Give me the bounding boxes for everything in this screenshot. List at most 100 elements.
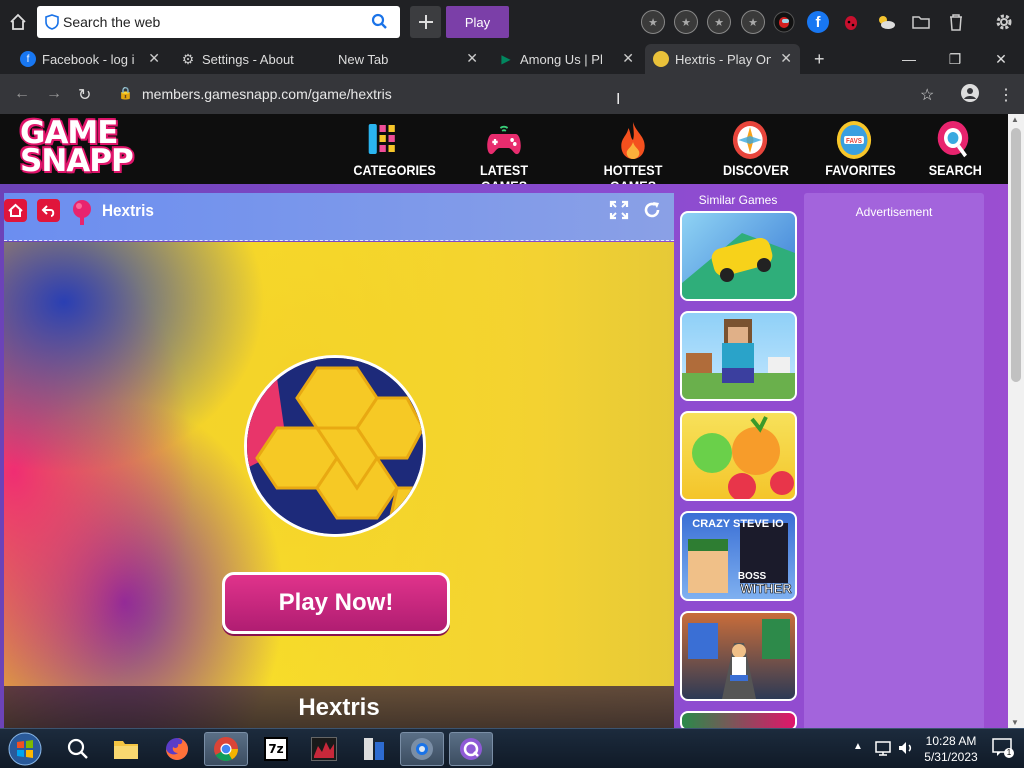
subway-run-game[interactable] — [680, 611, 797, 701]
nav-search[interactable]: SEARCH — [928, 120, 982, 178]
clock-time: 10:28 AM — [925, 734, 977, 748]
reload-icon[interactable]: ↻ — [78, 85, 91, 105]
clock-date: 5/31/2023 — [924, 750, 978, 764]
svg-text:FAVS: FAVS — [846, 138, 862, 145]
play-button[interactable]: Play — [446, 6, 509, 38]
close-window-icon[interactable]: ✕ — [978, 44, 1024, 74]
nav-discover[interactable]: DISCOVER — [723, 120, 789, 178]
network-icon[interactable] — [874, 739, 892, 762]
scroll-up-icon[interactable]: ▲ — [1011, 115, 1019, 124]
folder-icon[interactable] — [909, 10, 933, 34]
gear-icon: ⚙ — [181, 50, 195, 67]
minimize-icon[interactable]: — — [886, 44, 932, 74]
system-clock[interactable]: 10:28 AM 5/31/2023 — [920, 733, 982, 765]
7zip-icon[interactable]: 7z — [254, 732, 298, 766]
webpage: GAME SNAPP CATEGORIES LATEST GAMES HOTTE… — [0, 114, 1008, 728]
new-tab-button[interactable]: + — [814, 44, 834, 74]
restore-icon[interactable]: ❐ — [932, 44, 978, 74]
play-now-button[interactable]: Play Now! — [222, 572, 450, 634]
tab-facebook[interactable]: f Facebook - log in ✕ — [20, 44, 160, 74]
file-explorer-icon[interactable] — [104, 732, 148, 766]
search-icon[interactable] — [56, 732, 100, 766]
tab-among-us[interactable]: ▶ Among Us | Pl ✕ — [498, 44, 634, 74]
crazy-steve-title: CRAZY STEVE IO — [692, 518, 784, 530]
close-icon[interactable]: ✕ — [622, 50, 634, 67]
nav-categories[interactable]: CATEGORIES — [353, 120, 436, 178]
gear-icon[interactable] — [992, 10, 1016, 34]
volume-icon[interactable] — [897, 739, 915, 762]
url-field[interactable]: members.gamesnapp.com/game/hextris — [142, 86, 392, 102]
tray-expand-icon[interactable]: ▲ — [853, 741, 863, 752]
minecraft-game[interactable] — [680, 311, 797, 401]
menu-label: FAVORITES — [825, 162, 896, 178]
search-icon[interactable] — [371, 13, 388, 35]
web-search-input[interactable] — [63, 10, 363, 34]
browser-app-icon[interactable] — [449, 732, 493, 766]
star-icon[interactable]: ★ — [641, 10, 665, 34]
shield-icon — [45, 14, 59, 35]
nav-latest-games[interactable]: LATEST GAMES — [464, 120, 543, 194]
game-stage[interactable]: Play Now! Hextris — [4, 242, 674, 728]
compass-icon — [723, 120, 777, 160]
menu-label: DISCOVER — [723, 162, 789, 178]
home-icon[interactable] — [4, 9, 32, 35]
trash-icon[interactable] — [944, 10, 968, 34]
similar-games-heading: Similar Games — [698, 193, 778, 207]
search-box[interactable] — [37, 6, 400, 38]
refresh-icon[interactable] — [642, 200, 662, 225]
menu-label: SEARCH — [928, 162, 982, 178]
firefox-icon[interactable] — [155, 732, 199, 766]
star-icon[interactable]: ★ — [707, 10, 731, 34]
start-button[interactable] — [4, 732, 46, 766]
gamesnapp-logo[interactable]: GAME SNAPP — [20, 118, 134, 179]
crazy-steve-game[interactable]: CRAZY STEVE IO BOSS WITHER — [680, 511, 797, 601]
close-icon[interactable]: ✕ — [780, 50, 792, 67]
weather-icon[interactable] — [874, 10, 898, 34]
back-icon[interactable]: ← — [14, 85, 30, 103]
chrome-icon[interactable] — [204, 732, 248, 766]
notification-icon[interactable]: 1 — [992, 738, 1014, 758]
page-scrollbar[interactable]: ▲ ▼ — [1008, 114, 1024, 728]
tab-hextris[interactable]: Hextris - Play Onli ✕ — [645, 44, 800, 74]
fire-icon — [590, 120, 676, 160]
facebook-icon[interactable]: f — [806, 10, 830, 34]
nav-favorites[interactable]: FAVS FAVORITES — [825, 120, 896, 178]
address-bar: ← → ↻ 🔒 members.gamesnapp.com/game/hextr… — [0, 74, 1024, 114]
advertisement-label: Advertisement — [855, 205, 933, 219]
fullscreen-icon[interactable] — [609, 200, 629, 225]
categories-icon — [353, 120, 414, 160]
menu-label: CATEGORIES — [353, 162, 436, 178]
ladybug-icon[interactable] — [839, 10, 863, 34]
hextris-game-icon — [71, 199, 93, 225]
add-button[interactable] — [410, 6, 441, 38]
back-arrow-icon[interactable] — [37, 199, 60, 222]
tab-label: New Tab — [338, 51, 389, 67]
settings-app-icon[interactable] — [400, 732, 444, 766]
car-race-game[interactable] — [680, 211, 797, 301]
star-icon[interactable]: ★ — [674, 10, 698, 34]
game-title: Hextris — [102, 201, 154, 220]
play-store-icon: ▶ — [501, 52, 511, 66]
document-app-icon[interactable] — [352, 732, 396, 766]
next-game-thumbnail[interactable] — [680, 711, 797, 728]
forward-icon[interactable]: → — [46, 85, 62, 103]
tab-new-tab[interactable]: New Tab ✕ — [338, 44, 478, 74]
notification-count: 1 — [1004, 748, 1014, 758]
close-icon[interactable]: ✕ — [148, 50, 160, 67]
game-app-icon[interactable] — [302, 732, 346, 766]
nav-hottest-games[interactable]: HOTTEST GAMES — [590, 120, 676, 194]
bookmark-star-icon[interactable]: ☆ — [920, 85, 934, 105]
search-icon — [929, 120, 978, 160]
logo-line-2: SNAPP — [20, 143, 134, 179]
home-icon[interactable] — [4, 199, 27, 222]
fruit-match-game[interactable] — [680, 411, 797, 501]
profile-icon[interactable] — [960, 83, 980, 108]
lock-icon: 🔒 — [118, 86, 133, 100]
scrollbar-thumb[interactable] — [1011, 128, 1021, 382]
close-icon[interactable]: ✕ — [466, 50, 478, 67]
among-us-icon[interactable] — [772, 10, 796, 34]
scroll-down-icon[interactable]: ▼ — [1011, 718, 1019, 727]
text-cursor-icon: I — [616, 91, 621, 108]
star-icon[interactable]: ★ — [741, 10, 765, 34]
menu-dots-icon[interactable]: ⋮ — [998, 85, 1014, 105]
